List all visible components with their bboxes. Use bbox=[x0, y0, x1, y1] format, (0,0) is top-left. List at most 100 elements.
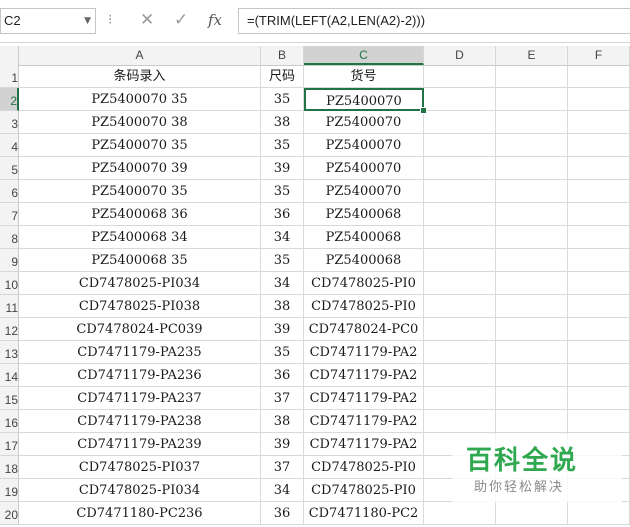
fill-handle[interactable] bbox=[420, 107, 427, 114]
row-number[interactable]: 18 bbox=[0, 456, 19, 479]
cell-barcode[interactable]: PZ5400068 36 bbox=[19, 203, 261, 226]
cell-empty[interactable] bbox=[496, 295, 568, 318]
cell-empty[interactable] bbox=[424, 318, 496, 341]
cell-empty[interactable] bbox=[424, 249, 496, 272]
row-number[interactable]: 11 bbox=[0, 295, 19, 318]
cell-size[interactable]: 39 bbox=[261, 157, 304, 180]
cell-item-number[interactable]: CD7471179-PA2 bbox=[304, 364, 424, 387]
cell-item-number[interactable]: CD7478025-PI0 bbox=[304, 272, 424, 295]
column-header-b[interactable]: B bbox=[261, 46, 304, 65]
cell-empty[interactable] bbox=[496, 180, 568, 203]
cell-size[interactable]: 38 bbox=[261, 111, 304, 134]
cell-item-number[interactable]: CD7478025-PI0 bbox=[304, 456, 424, 479]
cell-empty[interactable] bbox=[496, 341, 568, 364]
row-number[interactable]: 6 bbox=[0, 180, 19, 203]
cell-item-number[interactable]: CD7471180-PC2 bbox=[304, 502, 424, 525]
cell-empty[interactable] bbox=[496, 203, 568, 226]
row-number[interactable]: 1 bbox=[0, 65, 19, 88]
row-number[interactable]: 20 bbox=[0, 502, 19, 525]
row-number[interactable]: 8 bbox=[0, 226, 19, 249]
row-number[interactable]: 5 bbox=[0, 157, 19, 180]
row-number[interactable]: 17 bbox=[0, 433, 19, 456]
cell-empty[interactable] bbox=[568, 387, 630, 410]
cell-item-number[interactable]: PZ5400070 bbox=[304, 180, 424, 203]
cell-empty[interactable] bbox=[568, 295, 630, 318]
cell-empty[interactable] bbox=[568, 203, 630, 226]
column-header-c[interactable]: C bbox=[304, 46, 424, 65]
row-number[interactable]: 10 bbox=[0, 272, 19, 295]
cell-size[interactable]: 35 bbox=[261, 180, 304, 203]
cell-item-number[interactable]: CD7478025-PI0 bbox=[304, 479, 424, 502]
cell-empty[interactable] bbox=[568, 364, 630, 387]
cell-item-number[interactable]: PZ5400068 bbox=[304, 203, 424, 226]
cell-empty[interactable] bbox=[496, 249, 568, 272]
enter-icon[interactable]: ✓ bbox=[174, 10, 188, 30]
select-all-corner[interactable] bbox=[0, 46, 19, 65]
cell-empty[interactable] bbox=[568, 502, 630, 525]
cell-empty[interactable] bbox=[568, 111, 630, 134]
cell-empty[interactable] bbox=[568, 88, 630, 111]
row-number[interactable]: 15 bbox=[0, 387, 19, 410]
column-header-e[interactable]: E bbox=[496, 46, 568, 65]
insert-function-icon[interactable]: fx bbox=[208, 11, 222, 29]
cell-size[interactable]: 35 bbox=[261, 341, 304, 364]
cell-item-number[interactable]: PZ5400068 bbox=[304, 249, 424, 272]
cell-barcode[interactable]: CD7478025-PI038 bbox=[19, 295, 261, 318]
cell-empty[interactable] bbox=[568, 134, 630, 157]
cell-item-number[interactable]: PZ5400070 bbox=[304, 134, 424, 157]
column-header-f[interactable]: F bbox=[568, 46, 630, 65]
row-number[interactable]: 9 bbox=[0, 249, 19, 272]
cell-size[interactable]: 37 bbox=[261, 456, 304, 479]
cell-size[interactable]: 38 bbox=[261, 295, 304, 318]
row-number[interactable]: 13 bbox=[0, 341, 19, 364]
cell-barcode[interactable]: PZ5400068 34 bbox=[19, 226, 261, 249]
cell-barcode[interactable]: PZ5400070 35 bbox=[19, 88, 261, 111]
cell-item-number[interactable]: CD7471179-PA2 bbox=[304, 341, 424, 364]
cancel-icon[interactable]: ✕ bbox=[140, 10, 154, 30]
cell-barcode[interactable]: PZ5400070 38 bbox=[19, 111, 261, 134]
cell-empty[interactable] bbox=[496, 318, 568, 341]
column-header-a[interactable]: A bbox=[19, 46, 261, 65]
cell-barcode[interactable]: PZ5400070 39 bbox=[19, 157, 261, 180]
cell-barcode[interactable]: CD7471179-PA235 bbox=[19, 341, 261, 364]
cell-empty[interactable] bbox=[424, 157, 496, 180]
cell-size[interactable]: 36 bbox=[261, 502, 304, 525]
cell-e1[interactable] bbox=[496, 65, 568, 88]
cell-barcode[interactable]: CD7471180-PC236 bbox=[19, 502, 261, 525]
row-number[interactable]: 16 bbox=[0, 410, 19, 433]
cell-empty[interactable] bbox=[424, 111, 496, 134]
cell-empty[interactable] bbox=[496, 157, 568, 180]
cell-empty[interactable] bbox=[568, 341, 630, 364]
cell-item-number[interactable]: PZ5400070 bbox=[304, 157, 424, 180]
cell-barcode[interactable]: PZ5400068 35 bbox=[19, 249, 261, 272]
cell-empty[interactable] bbox=[424, 272, 496, 295]
row-number[interactable]: 12 bbox=[0, 318, 19, 341]
formula-input[interactable]: =(TRIM(LEFT(A2,LEN(A2)-2))) bbox=[238, 8, 630, 34]
cell-item-number[interactable]: CD7471179-PA2 bbox=[304, 433, 424, 456]
cell-empty[interactable] bbox=[568, 157, 630, 180]
cell-barcode[interactable]: PZ5400070 35 bbox=[19, 180, 261, 203]
cell-size[interactable]: 36 bbox=[261, 364, 304, 387]
cell-barcode[interactable]: PZ5400070 35 bbox=[19, 134, 261, 157]
row-number[interactable]: 7 bbox=[0, 203, 19, 226]
cell-size[interactable]: 35 bbox=[261, 88, 304, 111]
cell-size[interactable]: 35 bbox=[261, 249, 304, 272]
cell-empty[interactable] bbox=[568, 180, 630, 203]
cell-empty[interactable] bbox=[424, 88, 496, 111]
cell-size[interactable]: 34 bbox=[261, 272, 304, 295]
cell-barcode[interactable]: CD7478025-PI034 bbox=[19, 272, 261, 295]
cell-empty[interactable] bbox=[496, 88, 568, 111]
cell-empty[interactable] bbox=[424, 203, 496, 226]
cell-barcode[interactable]: CD7478025-PI034 bbox=[19, 479, 261, 502]
cell-d1[interactable] bbox=[424, 65, 496, 88]
cell-empty[interactable] bbox=[424, 180, 496, 203]
chevron-down-icon[interactable]: ▼ bbox=[84, 16, 91, 26]
cell-empty[interactable] bbox=[496, 272, 568, 295]
cell-item-number[interactable]: CD7478024-PC0 bbox=[304, 318, 424, 341]
cell-empty[interactable] bbox=[424, 364, 496, 387]
cell-size[interactable]: 37 bbox=[261, 387, 304, 410]
cell-barcode[interactable]: CD7471179-PA237 bbox=[19, 387, 261, 410]
cell-size[interactable]: 34 bbox=[261, 479, 304, 502]
cell-empty[interactable] bbox=[568, 410, 630, 433]
cell-empty[interactable] bbox=[568, 318, 630, 341]
